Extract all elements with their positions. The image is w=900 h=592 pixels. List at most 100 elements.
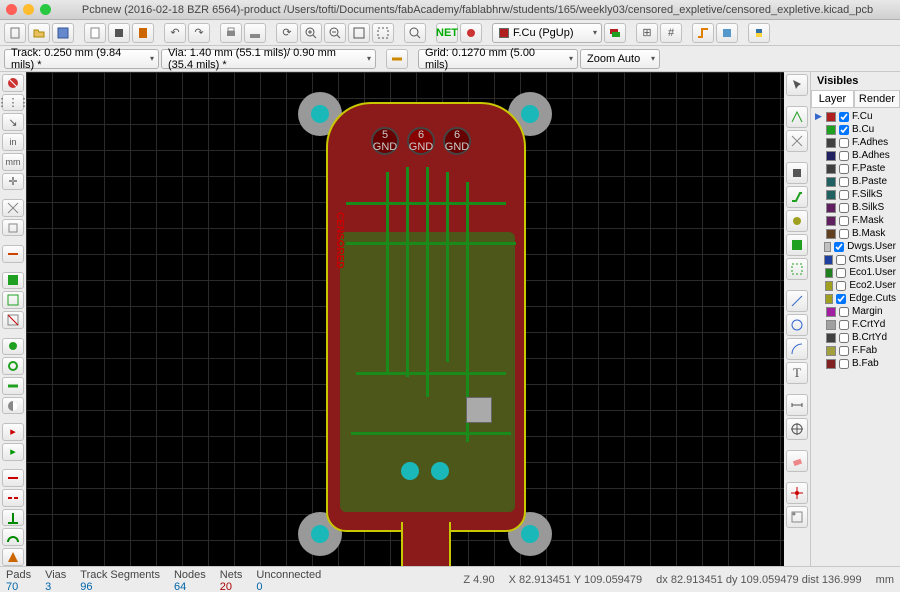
layer-color-swatch[interactable] (826, 307, 836, 317)
zoom-fit-button[interactable] (348, 23, 370, 43)
find-button[interactable] (404, 23, 426, 43)
add-zone-button[interactable] (786, 234, 808, 256)
layer-color-swatch[interactable] (826, 112, 836, 122)
add-via-button[interactable] (786, 210, 808, 232)
highlight-net-button[interactable] (786, 106, 808, 128)
autoroute-button[interactable] (692, 23, 714, 43)
units-mm-button[interactable]: mm (2, 153, 24, 171)
layer-row[interactable]: Eco2.User (813, 279, 898, 292)
layer-color-swatch[interactable] (826, 203, 836, 213)
ratsnest-toggle-button[interactable] (2, 199, 24, 217)
layer-row[interactable]: Eco1.User (813, 266, 898, 279)
netlist-button[interactable]: NET (436, 23, 458, 43)
mw-line-button[interactable] (2, 469, 24, 487)
layer-row[interactable]: Cmts.User (813, 253, 898, 266)
track-display-button[interactable] (2, 377, 24, 395)
maximize-icon[interactable] (40, 4, 51, 15)
layer-color-swatch[interactable] (826, 229, 836, 239)
scripting-button[interactable] (748, 23, 770, 43)
freeroute-button[interactable] (716, 23, 738, 43)
polar-toggle-button[interactable]: ↘ (2, 113, 24, 131)
layer-row[interactable]: Margin (813, 305, 898, 318)
active-layer-selector[interactable]: F.Cu (PgUp) (492, 23, 602, 43)
layer-visibility-checkbox[interactable] (839, 151, 849, 161)
layer-visibility-checkbox[interactable] (834, 242, 844, 252)
layer-color-swatch[interactable] (826, 359, 836, 369)
route-track-button[interactable] (786, 186, 808, 208)
module-editor-button[interactable] (108, 23, 130, 43)
layer-row[interactable]: B.SilkS (813, 201, 898, 214)
mw-stub-button[interactable] (2, 509, 24, 527)
tab-render[interactable]: Render (854, 90, 900, 107)
close-icon[interactable] (6, 4, 17, 15)
print-button[interactable] (220, 23, 242, 43)
via-size-selector[interactable]: Via: 1.40 mm (55.1 mils)/ 0.90 mm (35.4 … (161, 49, 376, 69)
layer-visibility-checkbox[interactable] (839, 164, 849, 174)
layer-color-swatch[interactable] (824, 255, 832, 265)
pad-display-button[interactable] (2, 338, 24, 356)
layer-visibility-checkbox[interactable] (839, 112, 849, 122)
zoom-out-button[interactable] (324, 23, 346, 43)
layer-color-swatch[interactable] (824, 242, 832, 252)
layer-visibility-checkbox[interactable] (839, 333, 849, 343)
layer-visibility-checkbox[interactable] (839, 203, 849, 213)
cursor-shape-button[interactable]: ✛ (2, 173, 24, 191)
layer-color-swatch[interactable] (826, 164, 836, 174)
layer-row[interactable]: B.Mask (813, 227, 898, 240)
microwave-arrow-button[interactable]: ▸ (2, 443, 24, 461)
layer-row[interactable]: F.Fab (813, 344, 898, 357)
layer-visibility-checkbox[interactable] (839, 346, 849, 356)
layer-row[interactable]: ▶F.Cu (813, 110, 898, 123)
layer-color-swatch[interactable] (825, 268, 834, 278)
mode-footprint-button[interactable]: ⊞ (636, 23, 658, 43)
zoom-selector[interactable]: Zoom Auto (580, 49, 660, 69)
layer-color-swatch[interactable] (826, 346, 836, 356)
layer-visibility-checkbox[interactable] (836, 255, 846, 265)
mw-arc-stub-button[interactable] (2, 528, 24, 546)
layer-visibility-checkbox[interactable] (839, 359, 849, 369)
auto-track-width-button[interactable] (386, 49, 408, 69)
layer-color-swatch[interactable] (825, 294, 834, 304)
layer-color-swatch[interactable] (826, 125, 836, 135)
page-settings-button[interactable] (84, 23, 106, 43)
redo-button[interactable]: ↷ (188, 23, 210, 43)
layer-row[interactable]: B.Cu (813, 123, 898, 136)
add-text-button[interactable]: T (786, 362, 808, 384)
via-display-button[interactable] (2, 357, 24, 375)
add-dimension-button[interactable] (786, 394, 808, 416)
contrast-mode-button[interactable] (2, 397, 24, 415)
layer-row[interactable]: B.CrtYd (813, 331, 898, 344)
pcb-canvas[interactable]: 5GND 6GND 6GND CENSORED (26, 72, 784, 566)
add-target-button[interactable] (786, 418, 808, 440)
zone-outline-button[interactable] (2, 291, 24, 309)
mw-poly-button[interactable] (2, 548, 24, 566)
add-circle-button[interactable] (786, 314, 808, 336)
layer-visibility-checkbox[interactable] (839, 216, 849, 226)
layer-pair-button[interactable] (604, 23, 626, 43)
undo-button[interactable]: ↶ (164, 23, 186, 43)
layer-color-swatch[interactable] (826, 177, 836, 187)
minimize-icon[interactable] (23, 4, 34, 15)
drc-off-button[interactable] (2, 74, 24, 92)
units-inch-button[interactable]: in (2, 133, 24, 151)
layer-visibility-checkbox[interactable] (839, 320, 849, 330)
grid-selector[interactable]: Grid: 0.1270 mm (5.00 mils) (418, 49, 578, 69)
layer-row[interactable]: F.Mask (813, 214, 898, 227)
zoom-in-button[interactable] (300, 23, 322, 43)
layer-color-swatch[interactable] (826, 190, 836, 200)
add-line-button[interactable] (786, 290, 808, 312)
layer-row[interactable]: B.Paste (813, 175, 898, 188)
layer-row[interactable]: B.Fab (813, 357, 898, 370)
auto-delete-track-button[interactable] (2, 245, 24, 263)
layer-color-swatch[interactable] (826, 151, 836, 161)
zone-disable-button[interactable] (2, 311, 24, 329)
track-width-selector[interactable]: Track: 0.250 mm (9.84 mils) * (4, 49, 159, 69)
layer-color-swatch[interactable] (826, 320, 836, 330)
layer-color-swatch[interactable] (826, 333, 836, 343)
layer-visibility-checkbox[interactable] (839, 229, 849, 239)
mode-track-button[interactable]: # (660, 23, 682, 43)
layer-visibility-checkbox[interactable] (839, 138, 849, 148)
layer-row[interactable]: B.Adhes (813, 149, 898, 162)
save-button[interactable] (52, 23, 74, 43)
select-tool-button[interactable] (786, 74, 808, 96)
